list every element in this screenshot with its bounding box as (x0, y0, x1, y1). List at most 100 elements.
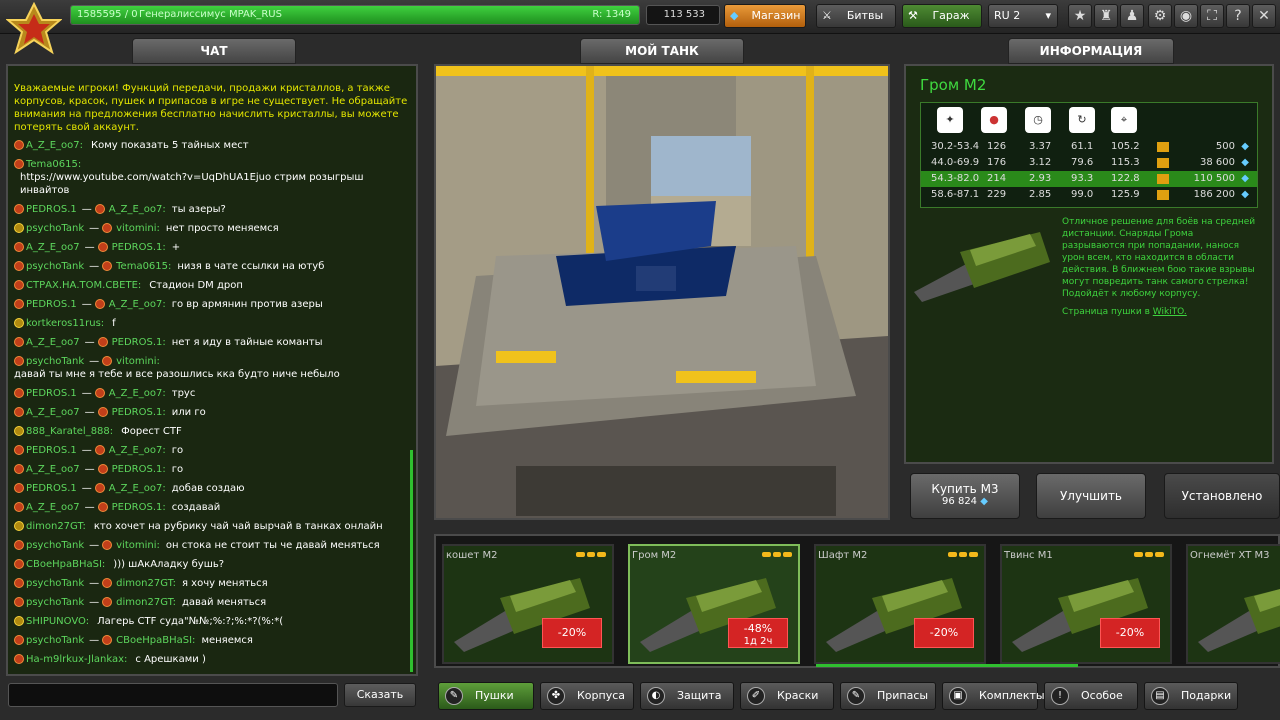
message-sender[interactable]: kortkeros11rus: (26, 317, 104, 330)
message-sender[interactable]: СТРАХ.НА.ТОМ.СВЕТЕ: (26, 279, 141, 292)
achievements-icon[interactable]: ♜ (1094, 4, 1118, 28)
message-sender[interactable]: psychoTank (26, 634, 84, 647)
stats-row[interactable]: 30.2-53.4 126 3.37 61.1 105.2 500 ◆ (921, 139, 1257, 155)
stat-value: 30.2-53.4 (931, 141, 980, 152)
message-recipient[interactable]: dimon27GT: (116, 596, 176, 609)
garage-button[interactable]: Гараж ⚒ (902, 4, 982, 28)
buy-button[interactable]: Купить M3 96 824 ◆ (910, 473, 1020, 519)
message-recipient[interactable]: A_Z_E_oo7: (109, 444, 166, 457)
settings-icon[interactable]: ⚙ (1148, 4, 1172, 28)
rank-icon (14, 597, 24, 607)
message-sender[interactable]: A_Z_E_oo7 (26, 406, 80, 419)
message-recipient[interactable]: A_Z_E_oo7: (109, 203, 166, 216)
send-button[interactable]: Сказать (344, 683, 416, 707)
message-recipient[interactable]: CBoeHpaBHaSI: (116, 634, 195, 647)
category-hulls[interactable]: ✤ Корпуса (540, 682, 634, 710)
message-sender[interactable]: Tema0615: (26, 158, 81, 171)
wiki-link[interactable]: WikiTO. (1153, 307, 1187, 317)
chat-message: 888_Karatel_888: Форест CTF (14, 422, 410, 441)
category-special[interactable]: ! Особое (1044, 682, 1138, 710)
crystal-icon: ◆ (1241, 189, 1249, 200)
item-card[interactable]: Шафт M2 -20% (814, 544, 986, 664)
message-sender[interactable]: psychoTank (26, 222, 84, 235)
fullscreen-icon[interactable]: ⛶ (1200, 4, 1224, 28)
message-sender[interactable]: psychoTank (26, 260, 84, 273)
items-scrollbar[interactable] (816, 664, 1078, 667)
message-sender[interactable]: psychoTank (26, 355, 84, 368)
category-kits[interactable]: ▣ Комплекты (942, 682, 1045, 710)
category-supplies[interactable]: ✎ Припасы (840, 682, 936, 710)
category-gifts[interactable]: ▤ Подарки (1144, 682, 1238, 710)
message-sender[interactable]: SHIPUNOVO: (26, 615, 89, 628)
category-paints[interactable]: ✐ Краски (740, 682, 834, 710)
message-recipient[interactable]: vitomini: (116, 222, 160, 235)
rank-icon (14, 654, 24, 664)
message-sender[interactable]: PEDROS.1 (26, 298, 77, 311)
message-sender[interactable]: dimon27GT: (26, 520, 86, 533)
stats-row[interactable]: 58.6-87.1 229 2.85 99.0 125.9 186 200 ◆ (921, 187, 1257, 203)
category-bar: ✎ Пушки ✤ Корпуса ◐ Защита ✐ Краски ✎ Припасы ▣ Ком… (434, 680, 1280, 712)
upgrade-button[interactable]: Улучшить (1036, 473, 1146, 519)
rank-icon (102, 578, 113, 588)
message-recipient[interactable]: vitomini: (116, 355, 160, 368)
message-sender[interactable]: 888_Karatel_888: (26, 425, 113, 438)
message-sender[interactable]: A_Z_E_oo7: (26, 139, 83, 152)
message-text: + (171, 242, 181, 253)
message-sender[interactable]: A_Z_E_oo7 (26, 463, 80, 476)
stat-value: 229 (987, 189, 1007, 200)
message-recipient[interactable]: PEDROS.1: (112, 336, 166, 349)
message-recipient[interactable]: PEDROS.1: (112, 241, 166, 254)
message-recipient[interactable]: A_Z_E_oo7: (109, 298, 166, 311)
crystal-balance: 113 533 (646, 5, 720, 25)
message-sender[interactable]: PEDROS.1 (26, 482, 77, 495)
message-sender[interactable]: Ha-m9lrkux-Jlankax: (26, 653, 127, 666)
item-card[interactable]: Огнемёт XT M3 (1186, 544, 1280, 664)
message-sender[interactable]: PEDROS.1 (26, 444, 77, 457)
rank-icon (14, 318, 24, 328)
installed-button[interactable]: Установлено (1164, 473, 1280, 519)
item-card[interactable]: Твинс M1 -20% (1000, 544, 1172, 664)
item-card[interactable]: кошет M2 -20% (442, 544, 614, 664)
stats-row[interactable]: 54.3-82.0 214 2.93 93.3 122.8 110 500 ◆ (921, 171, 1257, 187)
message-recipient[interactable]: A_Z_E_oo7: (109, 387, 166, 400)
message-text: он стока не стоит ты че давай меняться (165, 540, 380, 551)
stat-value: 2.93 (1029, 173, 1052, 184)
rank-icon (102, 635, 113, 645)
category-guns[interactable]: ✎ Пушки (438, 682, 534, 710)
message-sender[interactable]: A_Z_E_oo7 (26, 336, 80, 349)
battles-button[interactable]: Битвы ⚔ (816, 4, 896, 28)
message-sender[interactable]: psychoTank (26, 596, 84, 609)
sound-icon[interactable]: ◉ (1174, 4, 1198, 28)
message-recipient[interactable]: A_Z_E_oo7: (109, 482, 166, 495)
message-sender[interactable]: CBoeHpaBHaSI: (26, 558, 105, 571)
stats-row[interactable]: 44.0-69.9 176 3.12 79.6 115.3 38 600 ◆ (921, 155, 1257, 171)
help-icon[interactable]: ? (1226, 4, 1250, 28)
message-text: Форест CTF (121, 426, 182, 437)
message-sender[interactable]: PEDROS.1 (26, 203, 77, 216)
shop-button[interactable]: Магазин ◆ (724, 4, 806, 28)
friends-icon[interactable]: ♟ (1120, 4, 1144, 28)
chat-scrollbar[interactable] (410, 450, 413, 672)
chat-message: SHIPUNOVO: Лагерь CTF суда"№№;%:?;%:*?(%:… (14, 612, 410, 631)
message-sender[interactable]: psychoTank (26, 539, 84, 552)
star-icon[interactable]: ★ (1068, 4, 1092, 28)
chat-input[interactable] (8, 683, 338, 707)
discount-value: -20% (1115, 626, 1145, 639)
message-recipient[interactable]: Tema0615: (116, 260, 171, 273)
close-icon[interactable]: ✕ (1252, 4, 1276, 28)
message-recipient[interactable]: PEDROS.1: (112, 463, 166, 476)
message-sender[interactable]: PEDROS.1 (26, 387, 77, 400)
message-recipient[interactable]: PEDROS.1: (112, 406, 166, 419)
rank-icon (14, 635, 24, 645)
chat-message: psychoTank — dimon27GT: я хочу меняться (14, 574, 410, 593)
message-sender[interactable]: psychoTank (26, 577, 84, 590)
server-select[interactable]: RU 2 ▾ (988, 4, 1058, 28)
message-recipient[interactable]: PEDROS.1: (112, 501, 166, 514)
message-sender[interactable]: A_Z_E_oo7 (26, 501, 80, 514)
message-recipient[interactable]: dimon27GT: (116, 577, 176, 590)
message-sender[interactable]: A_Z_E_oo7 (26, 241, 80, 254)
category-label: Подарки (1181, 689, 1232, 702)
message-recipient[interactable]: vitomini: (116, 539, 160, 552)
category-protection[interactable]: ◐ Защита (640, 682, 734, 710)
item-card[interactable]: Гром M2 -48% 1д 2ч (628, 544, 800, 664)
